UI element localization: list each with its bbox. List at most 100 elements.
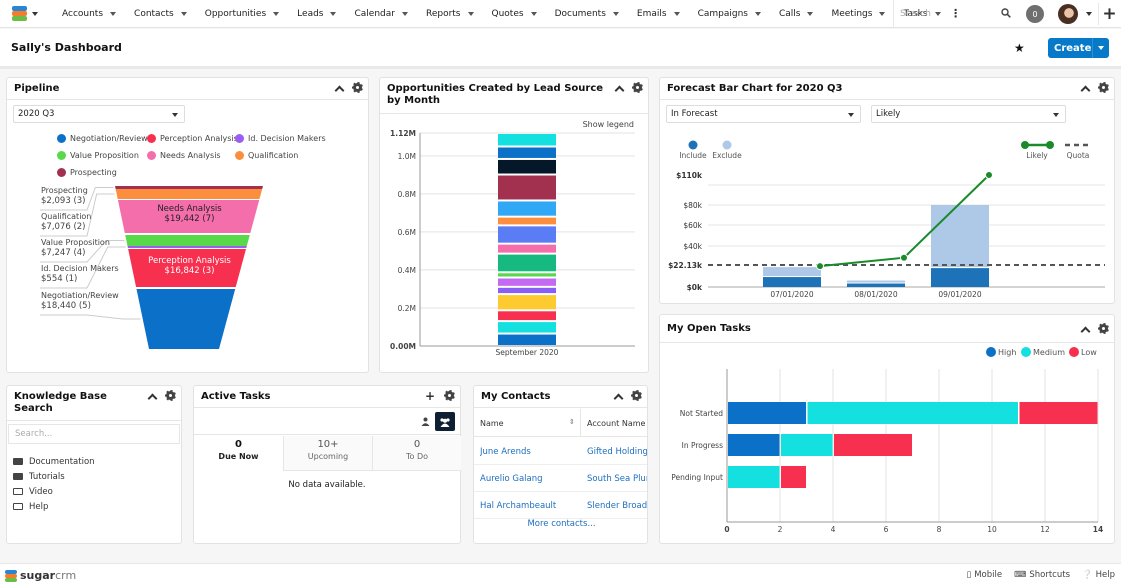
- legend-item[interactable]: Id. Decision Makers: [235, 134, 326, 143]
- legend-label: Negotiation/Review: [70, 134, 148, 143]
- nav-tab-reports[interactable]: Reports: [416, 0, 482, 28]
- legend-exclude-label: Exclude: [712, 151, 742, 160]
- contact-name-link[interactable]: June Arends: [480, 447, 578, 457]
- nav-tab-quotes[interactable]: Quotes: [482, 0, 545, 28]
- sugarcrm-logo[interactable]: sugar crm: [5, 569, 76, 582]
- nav-tab-meetings[interactable]: Meetings: [821, 0, 893, 28]
- contact-name-link[interactable]: Aurelio Galang: [480, 474, 578, 484]
- my-tasks-toggle[interactable]: [416, 412, 434, 431]
- nav-tab-label: Calls: [778, 8, 801, 19]
- legend-item[interactable]: Value Proposition: [57, 151, 139, 160]
- account-name-link[interactable]: Gifted Holdings: [587, 447, 647, 457]
- period-select[interactable]: 2020 Q3: [13, 105, 185, 123]
- tab-due-now[interactable]: 0 Due Now: [194, 436, 283, 471]
- legend-item[interactable]: Prospecting: [57, 168, 117, 177]
- gear-icon[interactable]: [444, 390, 455, 401]
- kb-search-input[interactable]: Search...: [8, 424, 180, 444]
- collapse-icon[interactable]: [335, 84, 343, 92]
- shortcuts-link[interactable]: ⌨ Shortcuts: [1014, 570, 1070, 580]
- group-icon: [440, 417, 450, 427]
- gear-icon[interactable]: [632, 82, 643, 93]
- add-task-plus-icon[interactable]: +: [425, 390, 435, 402]
- user-menu-chevron-icon[interactable]: [1086, 12, 1092, 16]
- nav-tab-campaigns[interactable]: Campaigns: [688, 0, 769, 28]
- funnel-segment-id-decision-makers: [127, 246, 247, 248]
- forecast-dashlet: Forecast Bar Chart for 2020 Q3 In Foreca…: [659, 77, 1115, 304]
- create-dropdown-toggle[interactable]: [1092, 38, 1109, 58]
- funnel-segment-negotiation-review: [136, 289, 236, 349]
- gear-icon[interactable]: [1098, 323, 1109, 334]
- active-tasks-tabs: 0 Due Now 10+ Upcoming 0 To Do: [194, 436, 461, 471]
- nav-tab-calendar[interactable]: Calendar: [344, 0, 415, 28]
- mobile-link[interactable]: ▯ Mobile: [967, 570, 1003, 580]
- legend-item[interactable]: Perception Analysis: [147, 134, 238, 143]
- app-menu-button[interactable]: [0, 0, 52, 28]
- nav-tab-calls[interactable]: Calls: [769, 0, 822, 28]
- stage-name: Needs Analysis: [157, 204, 222, 214]
- forecast-type-value: Likely: [876, 109, 901, 119]
- quick-create-plus-icon[interactable]: +: [1098, 3, 1120, 25]
- legend-label: Perception Analysis: [160, 134, 238, 143]
- account-name-link[interactable]: South Sea Plum: [587, 474, 647, 484]
- sort-icon[interactable]: ⇕: [569, 418, 575, 426]
- notifications-badge[interactable]: 0: [1026, 5, 1044, 23]
- gear-icon[interactable]: [631, 390, 642, 401]
- kb-folder-item[interactable]: Help: [13, 499, 95, 514]
- gear-icon[interactable]: [352, 82, 363, 93]
- collapse-icon[interactable]: [614, 392, 622, 400]
- tab-label: Due Now: [218, 452, 259, 461]
- forecast-type-select[interactable]: Likely: [871, 105, 1066, 123]
- account-name-link[interactable]: Slender Broadb: [587, 501, 647, 511]
- x-tick-label: 10: [987, 525, 997, 534]
- column-header-name[interactable]: Name: [480, 419, 504, 428]
- collapse-icon[interactable]: [1081, 325, 1089, 333]
- dashlet-header: Forecast Bar Chart for 2020 Q3: [660, 78, 1114, 100]
- bar-medium: [807, 402, 1018, 424]
- help-link[interactable]: ❔ Help: [1082, 570, 1115, 580]
- global-search-input[interactable]: Search: [893, 0, 1019, 28]
- more-contacts-link[interactable]: More contacts...: [474, 519, 647, 529]
- tab-to-do[interactable]: 0 To Do: [372, 436, 461, 471]
- collapse-icon[interactable]: [615, 84, 623, 92]
- bar-segment-4: [498, 295, 556, 310]
- gear-icon[interactable]: [165, 390, 176, 401]
- nav-tab-accounts[interactable]: Accounts: [52, 0, 124, 28]
- tab-upcoming[interactable]: 10+ Upcoming: [283, 436, 372, 471]
- team-tasks-toggle[interactable]: [435, 412, 455, 431]
- legend-item[interactable]: Needs Analysis: [147, 151, 221, 160]
- legend-label-low: Low: [1081, 348, 1097, 357]
- create-button[interactable]: Create: [1048, 38, 1109, 58]
- nav-tab-documents[interactable]: Documents: [545, 0, 627, 28]
- bar-medium: [781, 434, 833, 456]
- favorite-star-icon[interactable]: ★: [1014, 41, 1025, 55]
- collapse-icon[interactable]: [1081, 84, 1089, 92]
- x-tick-label: 12: [1040, 525, 1050, 534]
- kb-folder-item[interactable]: Video: [13, 484, 95, 499]
- legend-item[interactable]: Qualification: [235, 151, 298, 160]
- nav-tab-emails[interactable]: Emails: [627, 0, 688, 28]
- x-tick-label: 6: [884, 525, 889, 534]
- bar-high: [728, 402, 806, 424]
- legend-dot-low: [1069, 347, 1079, 357]
- gear-icon[interactable]: [1098, 82, 1109, 93]
- collapse-icon[interactable]: [148, 392, 156, 400]
- dashlet-title: Pipeline: [14, 83, 60, 94]
- forecast-filter-select[interactable]: In Forecast: [666, 105, 861, 123]
- kb-folder-item[interactable]: Documentation: [13, 454, 95, 469]
- user-avatar[interactable]: [1058, 4, 1078, 24]
- kb-folder-item[interactable]: Tutorials: [13, 469, 95, 484]
- nav-tab-leads[interactable]: Leads: [287, 0, 344, 28]
- search-icon[interactable]: [1001, 8, 1011, 18]
- column-header-account[interactable]: Account Name: [587, 419, 645, 428]
- contact-name-link[interactable]: Hal Archambeault: [480, 501, 578, 511]
- sugar-logo-icon: [5, 569, 17, 582]
- chevron-down-icon: [401, 11, 408, 16]
- y-tick-label: 0.8M: [398, 190, 416, 199]
- footer-links: ▯ Mobile ⌨ Shortcuts ❔ Help: [967, 570, 1115, 580]
- nav-tab-opportunities[interactable]: Opportunities: [195, 0, 287, 28]
- title-line-2: by Month: [387, 95, 440, 106]
- nav-tab-label: Campaigns: [697, 8, 748, 19]
- legend-item[interactable]: Negotiation/Review: [57, 134, 148, 143]
- nav-tab-contacts[interactable]: Contacts: [124, 0, 195, 28]
- legend-exclude-dot: [722, 140, 732, 150]
